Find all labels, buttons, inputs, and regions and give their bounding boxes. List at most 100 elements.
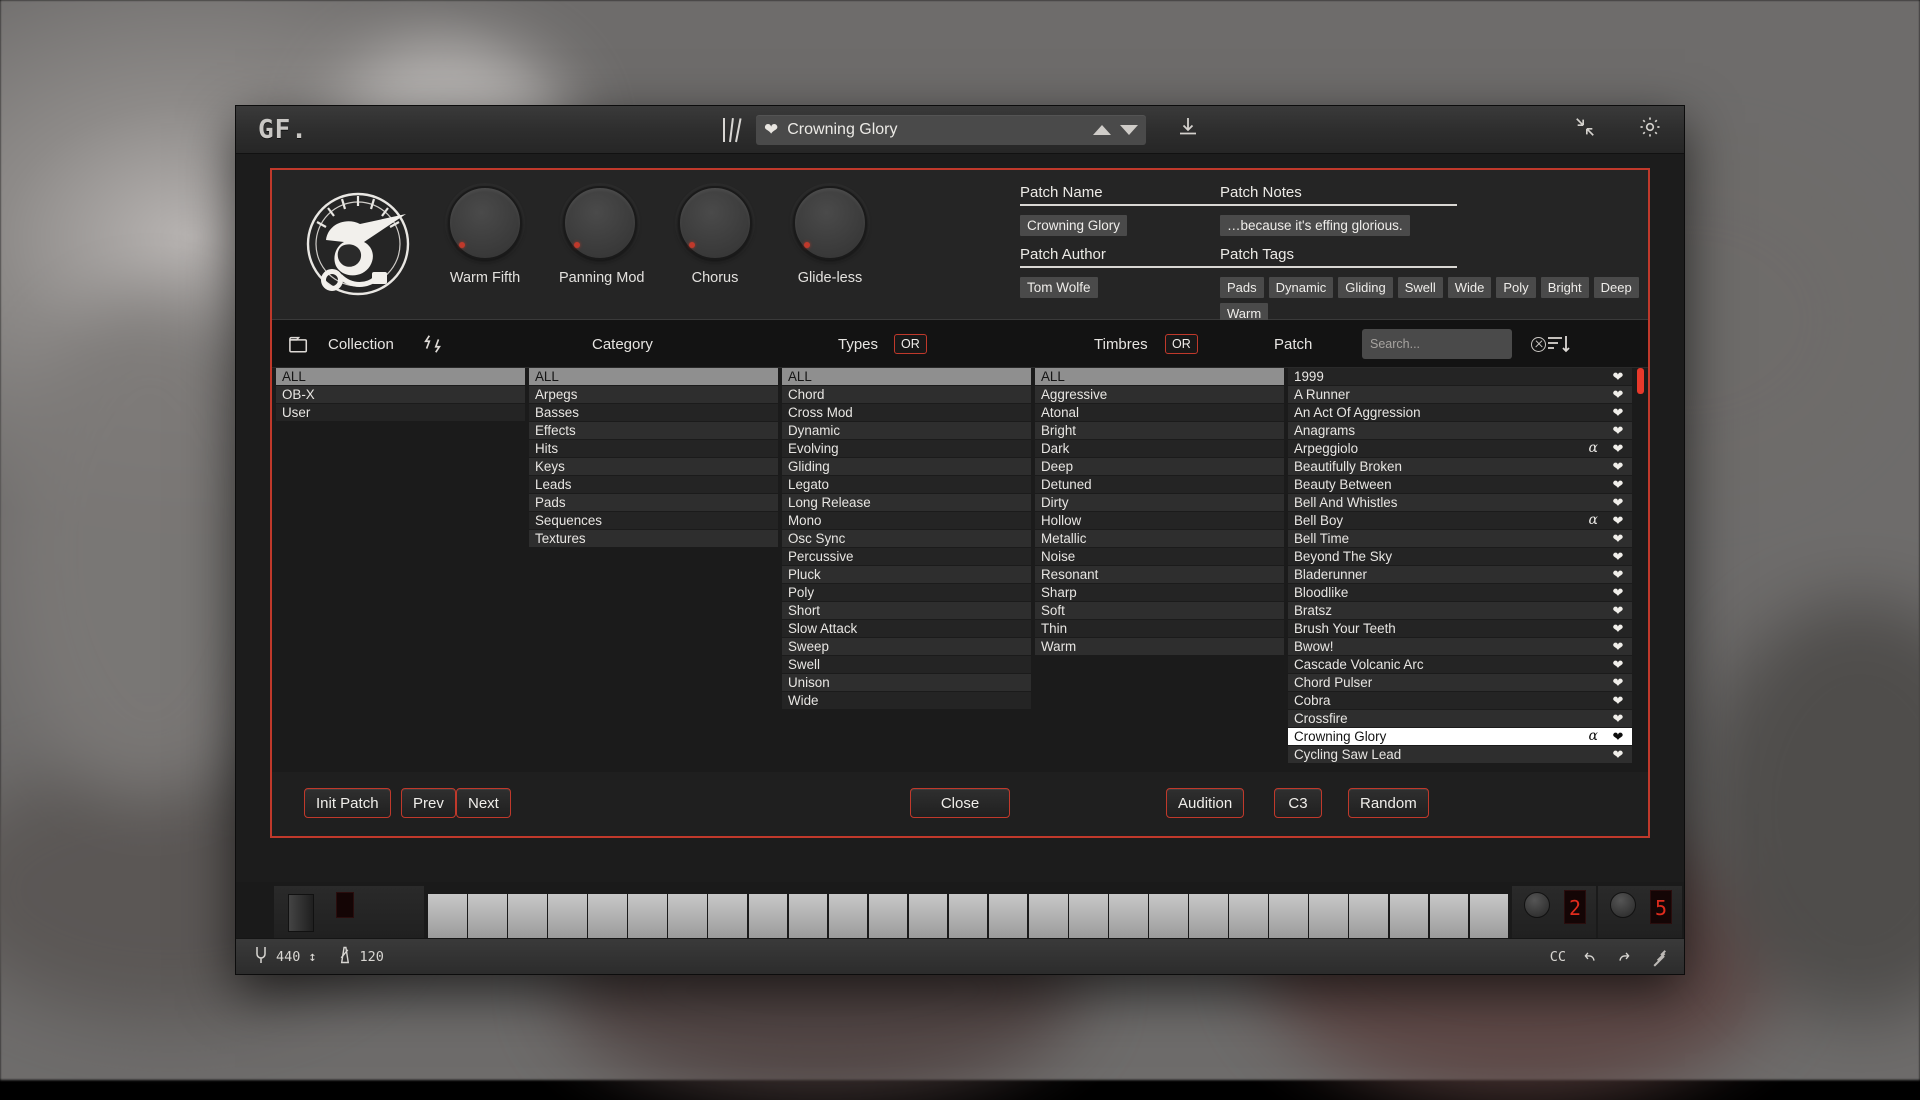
favorite-heart-icon[interactable]: ❤: [1610, 656, 1626, 673]
book-icon[interactable]: [720, 118, 742, 142]
piano-key[interactable]: [588, 894, 627, 938]
gear-icon[interactable]: [1638, 115, 1662, 144]
list-item[interactable]: Swell: [782, 656, 1031, 673]
patch-tag[interactable]: Dynamic: [1269, 277, 1334, 298]
table-row[interactable]: Bell And Whistles❤: [1288, 494, 1632, 511]
piano-key[interactable]: [428, 894, 467, 938]
close-button[interactable]: Close: [910, 788, 1010, 818]
table-row[interactable]: Cobra❤: [1288, 692, 1632, 709]
shuffle-icon[interactable]: [422, 320, 444, 368]
table-row[interactable]: Bratsz❤: [1288, 602, 1632, 619]
table-row[interactable]: Bell Boyα❤: [1288, 512, 1632, 529]
piano-key[interactable]: [1109, 894, 1148, 938]
patch-tag[interactable]: Wide: [1448, 277, 1492, 298]
favorite-heart-icon[interactable]: ❤: [1610, 746, 1626, 763]
table-row[interactable]: Anagrams❤: [1288, 422, 1632, 439]
list-item[interactable]: Warm: [1035, 638, 1284, 655]
favorite-heart-icon[interactable]: ❤: [1610, 710, 1626, 727]
favorite-heart-icon[interactable]: ❤: [1610, 674, 1626, 691]
table-row[interactable]: An Act Of Aggression❤: [1288, 404, 1632, 421]
sort-descending-icon[interactable]: [1546, 320, 1570, 368]
favorite-heart-icon[interactable]: ❤: [1610, 440, 1626, 457]
preset-next-button[interactable]: [1120, 125, 1138, 135]
table-row[interactable]: Beautifully Broken❤: [1288, 458, 1632, 475]
favorite-heart-icon[interactable]: ❤: [1610, 512, 1626, 529]
list-item[interactable]: Evolving: [782, 440, 1031, 457]
table-row[interactable]: Arpeggioloα❤: [1288, 440, 1632, 457]
piano-key[interactable]: [548, 894, 587, 938]
knob-dial[interactable]: [563, 186, 637, 260]
list-item[interactable]: ALL: [529, 368, 778, 385]
collection-list[interactable]: ALLOB-XUser: [274, 368, 527, 772]
piano-keys[interactable]: [428, 894, 1508, 938]
resize-grip-icon[interactable]: [1648, 950, 1666, 964]
favorite-heart-icon[interactable]: ❤: [1610, 566, 1626, 583]
init-patch-button[interactable]: Init Patch: [304, 788, 391, 818]
piano-key[interactable]: [1029, 894, 1068, 938]
list-item[interactable]: Bright: [1035, 422, 1284, 439]
collection-column-header[interactable]: Collection: [328, 320, 394, 368]
prev-patch-button[interactable]: Prev: [401, 788, 456, 818]
piano-key[interactable]: [1269, 894, 1308, 938]
list-item[interactable]: Sharp: [1035, 584, 1284, 601]
list-item[interactable]: Thin: [1035, 620, 1284, 637]
timbres-column-header[interactable]: Timbres: [1094, 320, 1148, 368]
patch-list-scrollbar[interactable]: [1637, 368, 1644, 772]
list-item[interactable]: Poly: [782, 584, 1031, 601]
table-row[interactable]: Bloodlike❤: [1288, 584, 1632, 601]
piano-key[interactable]: [1069, 894, 1108, 938]
audition-note-button[interactable]: C3: [1274, 788, 1322, 818]
patch-tag[interactable]: Poly: [1496, 277, 1535, 298]
table-row[interactable]: 1999❤: [1288, 368, 1632, 385]
types-or-toggle[interactable]: OR: [885, 320, 927, 368]
piano-key[interactable]: [628, 894, 667, 938]
list-item[interactable]: Gliding: [782, 458, 1031, 475]
list-item[interactable]: ALL: [276, 368, 525, 385]
favorite-heart-icon[interactable]: ❤: [1610, 584, 1626, 601]
table-row[interactable]: Beyond The Sky❤: [1288, 548, 1632, 565]
list-item[interactable]: Noise: [1035, 548, 1284, 565]
heart-icon[interactable]: ❤: [764, 121, 778, 138]
macro-knob-1[interactable]: Warm Fifth: [444, 186, 526, 286]
list-item[interactable]: OB-X: [276, 386, 525, 403]
favorite-heart-icon[interactable]: ❤: [1610, 530, 1626, 547]
table-row[interactable]: Crowning Gloryα❤: [1288, 728, 1632, 745]
list-item[interactable]: Mono: [782, 512, 1031, 529]
redo-icon[interactable]: [1615, 947, 1632, 967]
list-item[interactable]: Arpegs: [529, 386, 778, 403]
list-item[interactable]: Slow Attack: [782, 620, 1031, 637]
knob-dial[interactable]: [1524, 892, 1550, 918]
list-item[interactable]: Detuned: [1035, 476, 1284, 493]
list-item[interactable]: Unison: [782, 674, 1031, 691]
table-row[interactable]: Cycling Saw Lead❤: [1288, 746, 1632, 763]
list-item[interactable]: Hits: [529, 440, 778, 457]
table-row[interactable]: Bell Time❤: [1288, 530, 1632, 547]
piano-key[interactable]: [949, 894, 988, 938]
knob-dial[interactable]: [793, 186, 867, 260]
macro-knob-2[interactable]: Panning Mod: [559, 186, 641, 286]
list-item[interactable]: Percussive: [782, 548, 1031, 565]
category-list[interactable]: ALLArpegsBassesEffectsHitsKeysLeadsPadsS…: [527, 368, 780, 772]
macro-knob-3[interactable]: Chorus: [674, 186, 756, 286]
patch-tag[interactable]: Pads: [1220, 277, 1264, 298]
timbres-list[interactable]: ALLAggressiveAtonalBrightDarkDeepDetuned…: [1033, 368, 1286, 772]
table-row[interactable]: Cascade Volcanic Arc❤: [1288, 656, 1632, 673]
patch-notes-value[interactable]: …because it's effing glorious.: [1220, 215, 1410, 236]
cc-label[interactable]: CC: [1550, 949, 1566, 965]
piano-key[interactable]: [1189, 894, 1228, 938]
clear-circle-icon[interactable]: [1531, 337, 1546, 352]
patch-name-value[interactable]: Crowning Glory: [1020, 215, 1127, 236]
tempo-value[interactable]: 120: [360, 949, 384, 965]
piano-key[interactable]: [1149, 894, 1188, 938]
piano-key[interactable]: [1470, 894, 1509, 938]
favorite-heart-icon[interactable]: ❤: [1610, 602, 1626, 619]
knob-dial[interactable]: [448, 186, 522, 260]
list-item[interactable]: Dynamic: [782, 422, 1031, 439]
piano-key[interactable]: [708, 894, 747, 938]
list-item[interactable]: Metallic: [1035, 530, 1284, 547]
favorite-heart-icon[interactable]: ❤: [1610, 422, 1626, 439]
undo-icon[interactable]: [1582, 947, 1599, 967]
list-item[interactable]: Atonal: [1035, 404, 1284, 421]
piano-key[interactable]: [789, 894, 828, 938]
piano-key[interactable]: [1390, 894, 1429, 938]
